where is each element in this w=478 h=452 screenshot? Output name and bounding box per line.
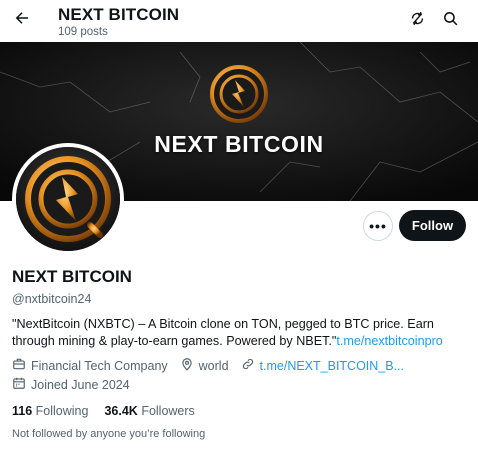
followers-label: Followers [141, 404, 195, 418]
refresh-button[interactable] [404, 8, 430, 34]
search-button[interactable] [437, 8, 463, 34]
profile-meta: Financial Tech Company world t.me/NEXT_B… [12, 357, 416, 374]
profile-bio: "NextBitcoin (NXBTC) – A Bitcoin clone o… [12, 316, 472, 350]
calendar-icon [12, 376, 31, 393]
back-button[interactable] [8, 6, 36, 34]
followers-count: 36.4K [104, 404, 138, 418]
next-bitcoin-logo-icon [16, 147, 120, 251]
follow-stats: 116 Following 36.4K Followers [12, 404, 211, 418]
category-text: Financial Tech Company [31, 358, 168, 373]
refresh-icon [409, 10, 426, 32]
not-followed-notice: Not followed by anyone you’re following [12, 428, 206, 440]
location-pin-icon [180, 357, 199, 374]
following-link[interactable]: 116 Following [12, 404, 88, 418]
followers-link[interactable]: 36.4K Followers [104, 404, 194, 418]
follow-button[interactable]: Follow [399, 210, 466, 241]
arrow-left-icon [13, 9, 31, 32]
category-item: Financial Tech Company [12, 357, 168, 374]
location-item: world [180, 357, 229, 374]
more-options-button[interactable]: ••• [363, 211, 393, 241]
following-label: Following [35, 404, 89, 418]
bio-link[interactable]: t.me/nextbitcoinpro [336, 334, 442, 348]
website-item: t.me/NEXT_BITCOIN_B... [241, 357, 404, 374]
joined-text: Joined June 2024 [31, 377, 130, 392]
page-title: NEXT BITCOIN [58, 5, 180, 24]
joined-row: Joined June 2024 [12, 376, 142, 393]
following-count: 116 [12, 404, 33, 418]
joined-item: Joined June 2024 [12, 376, 130, 393]
top-bar: NEXT BITCOIN 109 posts [0, 0, 478, 42]
website-link[interactable]: t.me/NEXT_BITCOIN_B... [260, 359, 404, 373]
avatar[interactable] [12, 143, 124, 255]
location-text: world [198, 358, 229, 373]
profile-handle: @nxtbitcoin24 [12, 292, 92, 306]
profile-name: NEXT BITCOIN [12, 267, 132, 286]
search-icon [442, 10, 459, 32]
post-count: 109 posts [58, 26, 108, 38]
briefcase-icon [12, 357, 31, 374]
link-icon [241, 357, 260, 374]
